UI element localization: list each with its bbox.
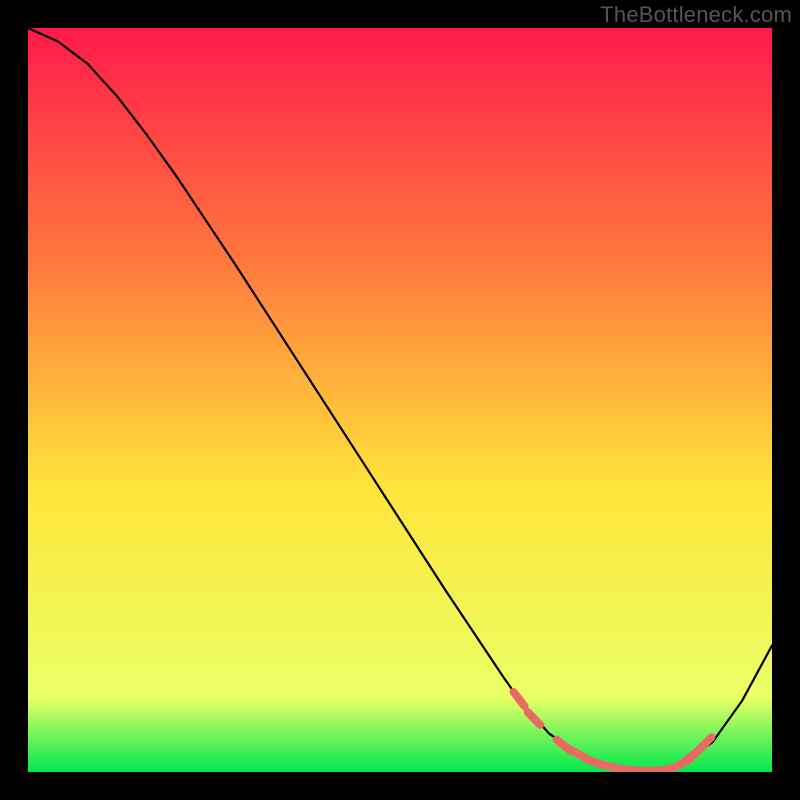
plot-area bbox=[28, 28, 772, 772]
chart-svg bbox=[28, 28, 772, 772]
watermark-text: TheBottleneck.com bbox=[600, 2, 792, 28]
chart-frame: TheBottleneck.com bbox=[0, 0, 800, 800]
gradient-background bbox=[28, 28, 772, 772]
